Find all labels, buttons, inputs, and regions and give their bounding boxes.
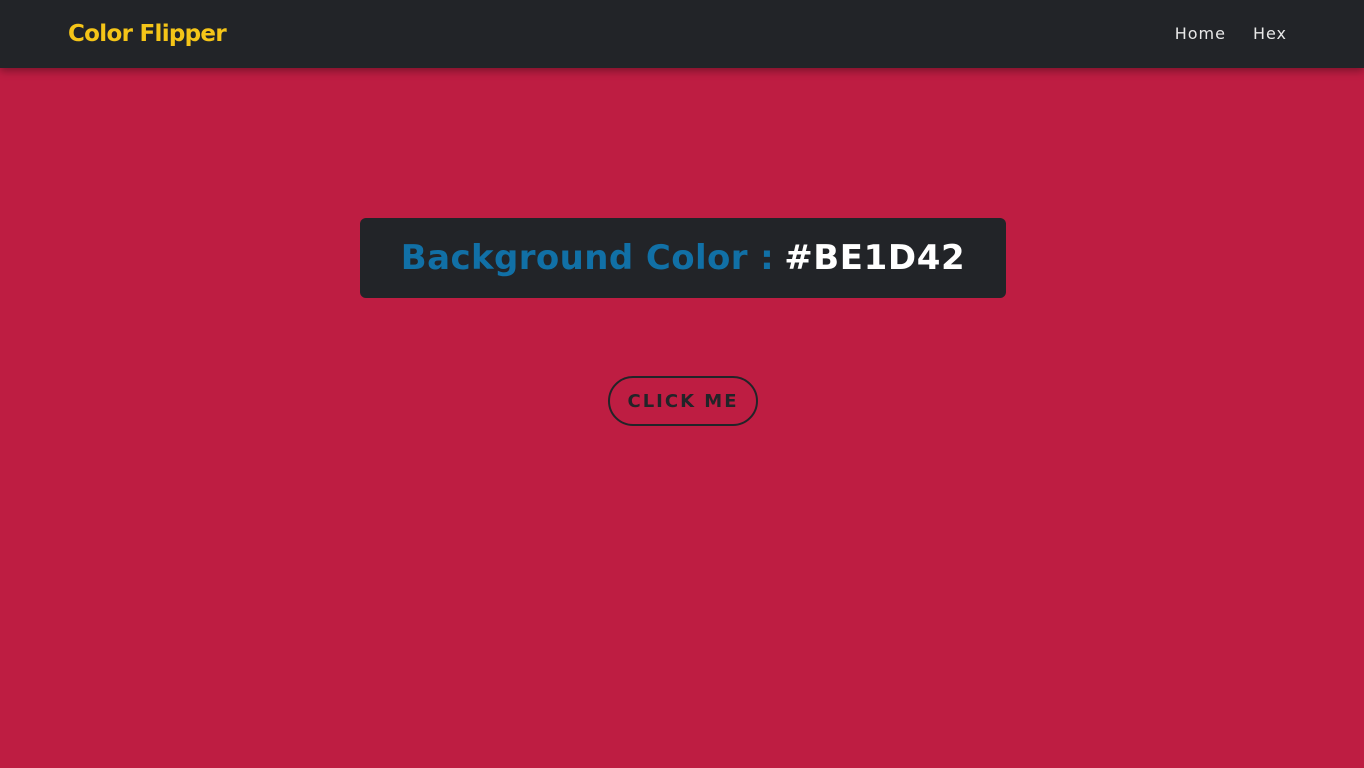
nav-link-home[interactable]: Home	[1175, 22, 1226, 46]
color-label: Background Color :	[400, 238, 775, 278]
nav-link-hex[interactable]: Hex	[1253, 22, 1287, 46]
nav-links: Home Hex	[1175, 22, 1287, 46]
color-value: #BE1D42	[784, 238, 966, 278]
brand-logo[interactable]: Color Flipper	[68, 17, 227, 51]
click-me-button[interactable]: CLICK ME	[608, 376, 758, 426]
color-display: Background Color : #BE1D42	[360, 218, 1006, 298]
navbar: Color Flipper Home Hex	[0, 0, 1364, 68]
